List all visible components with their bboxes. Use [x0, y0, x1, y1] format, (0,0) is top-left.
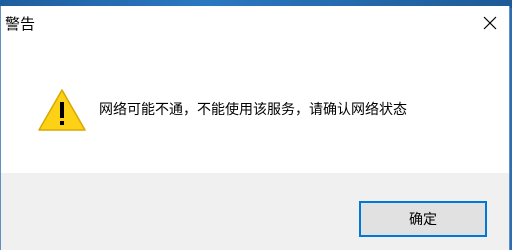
warning-dialog: 警告 网络可能不通，不能使用该服务，请确认网络状态 确定 — [0, 6, 510, 250]
warning-message: 网络可能不通，不能使用该服务，请确认网络状态 — [99, 102, 407, 118]
dialog-content: 网络可能不通，不能使用该服务，请确认网络状态 — [1, 40, 509, 173]
warning-triangle-icon — [38, 89, 86, 131]
ok-button[interactable]: 确定 — [359, 201, 487, 237]
dialog-footer: 确定 — [1, 173, 509, 250]
dialog-title-bar[interactable]: 警告 — [1, 6, 509, 40]
close-button[interactable] — [475, 8, 505, 38]
close-icon — [483, 16, 497, 30]
dialog-title: 警告 — [5, 15, 36, 33]
